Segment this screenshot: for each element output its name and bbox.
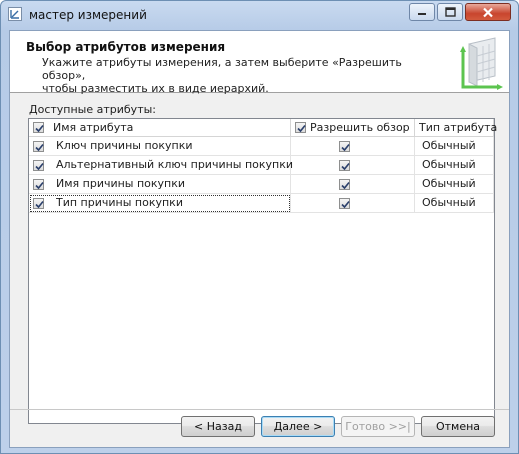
maximize-button[interactable] <box>437 3 463 21</box>
minimize-button[interactable] <box>409 3 435 21</box>
column-header-name[interactable]: Имя атрибута <box>29 119 291 137</box>
table-row-name-cell: Ключ причины покупки <box>29 137 291 156</box>
attributes-grid: Имя атрибута Разрешить обзор Тип атрибут… <box>28 118 498 424</box>
dimension-wizard-icon <box>8 7 22 21</box>
attribute-type: Обычный <box>422 196 476 209</box>
minimize-icon <box>418 13 426 15</box>
column-header-type-label: Тип атрибута <box>419 121 498 134</box>
attribute-name: Альтернативный ключ причины покупки <box>56 158 294 171</box>
attribute-checkbox[interactable] <box>33 141 44 152</box>
footer-divider <box>10 409 509 410</box>
wizard-body: Выбор атрибутов измерения Укажите атрибу… <box>9 30 510 448</box>
wizard-window: мастер измерений Выбор атрибутов измерен… <box>0 0 519 454</box>
checkmark-icon <box>341 162 350 171</box>
table-row-browse-cell <box>291 137 415 156</box>
window-title: мастер измерений <box>29 8 147 22</box>
table-row-name-cell: Тип причины покупки <box>29 194 291 213</box>
wizard-header: Выбор атрибутов измерения Укажите атрибу… <box>10 31 509 95</box>
attribute-checkbox[interactable] <box>33 179 44 190</box>
table-row-type-cell[interactable]: Обычный <box>415 175 494 194</box>
table-row-browse-cell <box>291 175 415 194</box>
checkmark-icon <box>35 162 44 171</box>
checkmark-icon <box>35 143 44 152</box>
close-icon <box>483 7 493 17</box>
table-row-type-cell[interactable]: Обычный <box>415 156 494 175</box>
checkmark-icon <box>341 200 350 209</box>
checkmark-icon <box>35 124 44 133</box>
checkmark-icon <box>341 143 350 152</box>
back-button[interactable]: < Назад <box>181 416 255 437</box>
column-header-name-label: Имя атрибута <box>53 121 134 134</box>
checkmark-icon <box>35 200 44 209</box>
attribute-name: Ключ причины покупки <box>56 139 193 152</box>
title-bar[interactable]: мастер измерений <box>1 1 518 29</box>
table-row-browse-cell <box>291 156 415 175</box>
attribute-checkbox[interactable] <box>33 160 44 171</box>
page-subtitle: Укажите атрибуты измерения, а затем выбе… <box>42 56 422 95</box>
browse-checkbox[interactable] <box>339 198 350 209</box>
close-button[interactable] <box>465 3 511 21</box>
attribute-type: Обычный <box>422 177 476 190</box>
maximize-icon <box>444 7 456 17</box>
column-header-type[interactable]: Тип атрибута <box>415 119 498 137</box>
column-header-browse-label: Разрешить обзор <box>310 121 410 134</box>
table-row-name-cell: Альтернативный ключ причины покупки <box>29 156 294 175</box>
attribute-checkbox[interactable] <box>33 198 44 209</box>
attribute-name: Тип причины покупки <box>56 196 183 209</box>
browse-checkbox[interactable] <box>339 160 350 171</box>
cancel-button[interactable]: Отмена <box>421 416 495 437</box>
finish-button[interactable]: Готово >>| <box>341 416 415 437</box>
available-attributes-label: Доступные атрибуты: <box>29 103 156 116</box>
subtitle-line-2: чтобы разместить их в виде иерархий. <box>42 82 269 95</box>
attribute-type: Обычный <box>422 158 476 171</box>
attribute-type: Обычный <box>422 139 476 152</box>
browse-all-checkbox[interactable] <box>295 122 306 133</box>
browse-checkbox[interactable] <box>339 141 350 152</box>
subtitle-line-1: Укажите атрибуты измерения, а затем выбе… <box>42 56 402 82</box>
table-row-type-cell[interactable]: Обычный <box>415 194 494 213</box>
attribute-name: Имя причины покупки <box>56 177 186 190</box>
column-header-browse[interactable]: Разрешить обзор <box>291 119 415 137</box>
table-row-name-cell: Имя причины покупки <box>29 175 291 194</box>
checkmark-icon <box>341 181 350 190</box>
checkmark-icon <box>297 124 306 133</box>
next-button[interactable]: Далее > <box>261 416 335 437</box>
select-all-checkbox[interactable] <box>33 122 44 133</box>
checkmark-icon <box>35 181 44 190</box>
page-title: Выбор атрибутов измерения <box>26 40 226 54</box>
table-row-browse-cell <box>291 194 415 213</box>
dimension-cube-icon <box>460 37 503 90</box>
browse-checkbox[interactable] <box>339 179 350 190</box>
table-row-type-cell[interactable]: Обычный <box>415 137 494 156</box>
